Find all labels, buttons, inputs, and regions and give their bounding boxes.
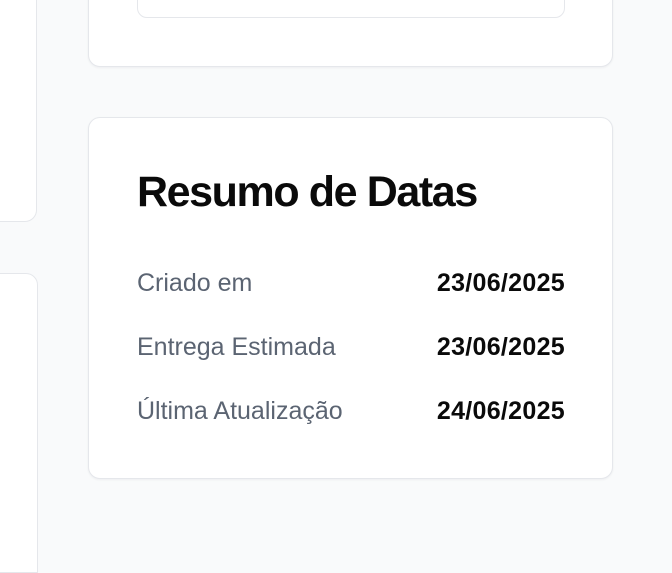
date-summary-title: Resumo de Datas xyxy=(137,168,478,216)
date-row-label: Última Atualização xyxy=(137,397,343,425)
date-row-estimated-delivery: Entrega Estimada 23/06/2025 xyxy=(137,330,565,394)
left-panel-card-top xyxy=(0,0,37,222)
date-row-label: Entrega Estimada xyxy=(137,333,336,361)
previous-card-inner-box xyxy=(137,0,565,18)
date-summary-card: Resumo de Datas Criado em 23/06/2025 Ent… xyxy=(88,117,613,479)
date-row-created: Criado em 23/06/2025 xyxy=(137,266,565,330)
date-row-label: Criado em xyxy=(137,269,253,297)
date-row-value: 24/06/2025 xyxy=(436,397,565,425)
date-row-last-update: Última Atualização 24/06/2025 xyxy=(137,394,565,458)
date-summary-list: Criado em 23/06/2025 Entrega Estimada 23… xyxy=(137,266,565,458)
date-row-value: 23/06/2025 xyxy=(436,269,565,297)
date-row-value: 23/06/2025 xyxy=(436,333,565,361)
previous-card xyxy=(88,0,613,67)
left-panel-card-bottom xyxy=(0,273,38,573)
